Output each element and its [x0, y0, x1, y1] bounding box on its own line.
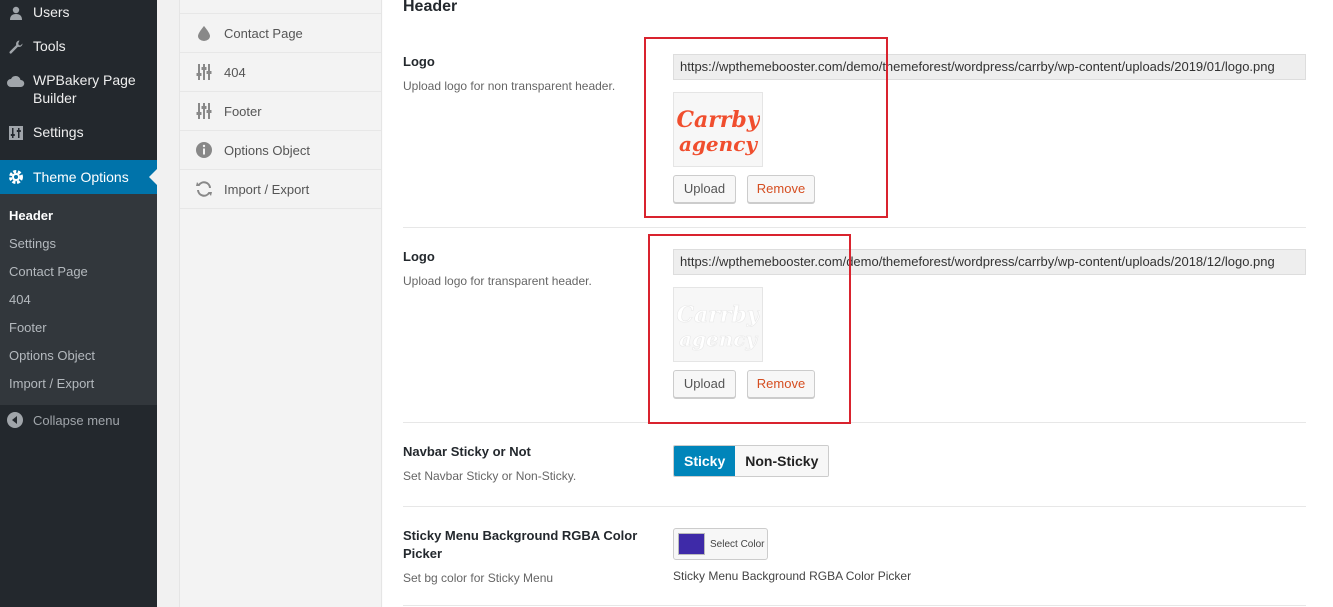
logo-field-transparent: Logo Upload logo for transparent header.… — [403, 228, 1306, 423]
menu-item-tools[interactable]: Tools — [0, 37, 157, 57]
sliders-icon — [6, 123, 26, 143]
bottom-divider — [403, 605, 1306, 606]
options-nav-label: Contact Page — [224, 25, 303, 41]
sliders-icon — [195, 63, 213, 81]
field-label: Logo — [403, 54, 435, 69]
select-color-button[interactable]: Select Color — [673, 528, 768, 560]
wrench-icon — [6, 37, 26, 57]
cloud-icon — [6, 71, 26, 91]
theme-options-submenu: Header Settings Contact Page 404 Footer … — [0, 194, 157, 405]
sticky-toggle: Sticky Non-Sticky — [673, 445, 830, 477]
options-nav-item-contact-page[interactable]: Contact Page — [180, 14, 381, 53]
navbar-sticky-field: Navbar Sticky or Not Set Navbar Sticky o… — [403, 423, 1306, 507]
options-nav-label: Import / Export — [224, 181, 310, 197]
submenu-item-import-export[interactable]: Import / Export — [9, 376, 94, 392]
options-nav: Contact Page 404 Footer Options Object I… — [180, 0, 382, 607]
menu-item-settings[interactable]: Settings — [0, 123, 157, 143]
highlight-box — [644, 37, 888, 218]
admin-sidebar: Users Tools WPBakery Page Builder Settin… — [0, 0, 157, 607]
collapse-menu-button[interactable]: Collapse menu — [0, 412, 157, 428]
menu-label: Users — [33, 4, 70, 20]
options-nav-label: Options Object — [224, 142, 310, 158]
field-description: Upload logo for transparent header. — [403, 274, 592, 288]
sliders-icon — [195, 102, 213, 120]
submenu-item-footer[interactable]: Footer — [9, 320, 47, 336]
collapse-arrow-icon — [7, 412, 23, 428]
submenu-item-options-object[interactable]: Options Object — [9, 348, 95, 364]
section-title: Header — [403, 0, 458, 15]
field-label: Logo — [403, 249, 435, 264]
gear-icon — [6, 167, 26, 187]
sticky-bg-color-field: Sticky Menu Background RGBA Color Picker… — [403, 507, 1306, 607]
user-icon — [6, 3, 26, 23]
options-nav-item-footer[interactable]: Footer — [180, 92, 381, 131]
menu-item-wpbakery[interactable]: WPBakery Page Builder — [0, 71, 157, 107]
menu-label: WPBakery Page Builder — [33, 72, 136, 106]
sticky-option[interactable]: Sticky — [674, 446, 736, 476]
options-nav-item-settings-partial[interactable] — [180, 0, 381, 14]
options-nav-item-import-export[interactable]: Import / Export — [180, 170, 381, 209]
menu-label: Settings — [33, 124, 84, 140]
collapse-label: Collapse menu — [33, 412, 120, 428]
menu-label: Tools — [33, 38, 66, 54]
refresh-icon — [195, 180, 213, 198]
field-label: Sticky Menu Background RGBA Color Picker — [403, 528, 638, 561]
options-nav-label: Footer — [224, 103, 262, 119]
submenu-item-settings[interactable]: Settings — [9, 236, 56, 252]
highlight-box — [648, 234, 851, 424]
field-description: Set Navbar Sticky or Non-Sticky. — [403, 469, 577, 483]
field-label: Navbar Sticky or Not — [403, 444, 531, 459]
options-nav-item-404[interactable]: 404 — [180, 53, 381, 92]
menu-label: Theme Options — [33, 169, 129, 185]
non-sticky-option[interactable]: Non-Sticky — [735, 446, 829, 476]
menu-item-users[interactable]: Users — [0, 3, 157, 23]
field-description: Upload logo for non transparent header. — [403, 79, 616, 93]
select-color-label: Select Color — [710, 538, 765, 550]
submenu-item-404[interactable]: 404 — [9, 292, 31, 308]
droplet-icon — [195, 24, 213, 42]
submenu-item-contact-page[interactable]: Contact Page — [9, 264, 88, 280]
options-nav-label: 404 — [224, 64, 246, 80]
color-picker-caption: Sticky Menu Background RGBA Color Picker — [673, 569, 912, 583]
info-icon — [195, 141, 213, 159]
menu-item-theme-options[interactable]: Theme Options — [0, 160, 157, 194]
options-nav-item-options-object[interactable]: Options Object — [180, 131, 381, 170]
field-description: Set bg color for Sticky Menu — [403, 571, 554, 585]
submenu-item-header[interactable]: Header — [9, 208, 53, 224]
color-swatch — [678, 533, 705, 555]
